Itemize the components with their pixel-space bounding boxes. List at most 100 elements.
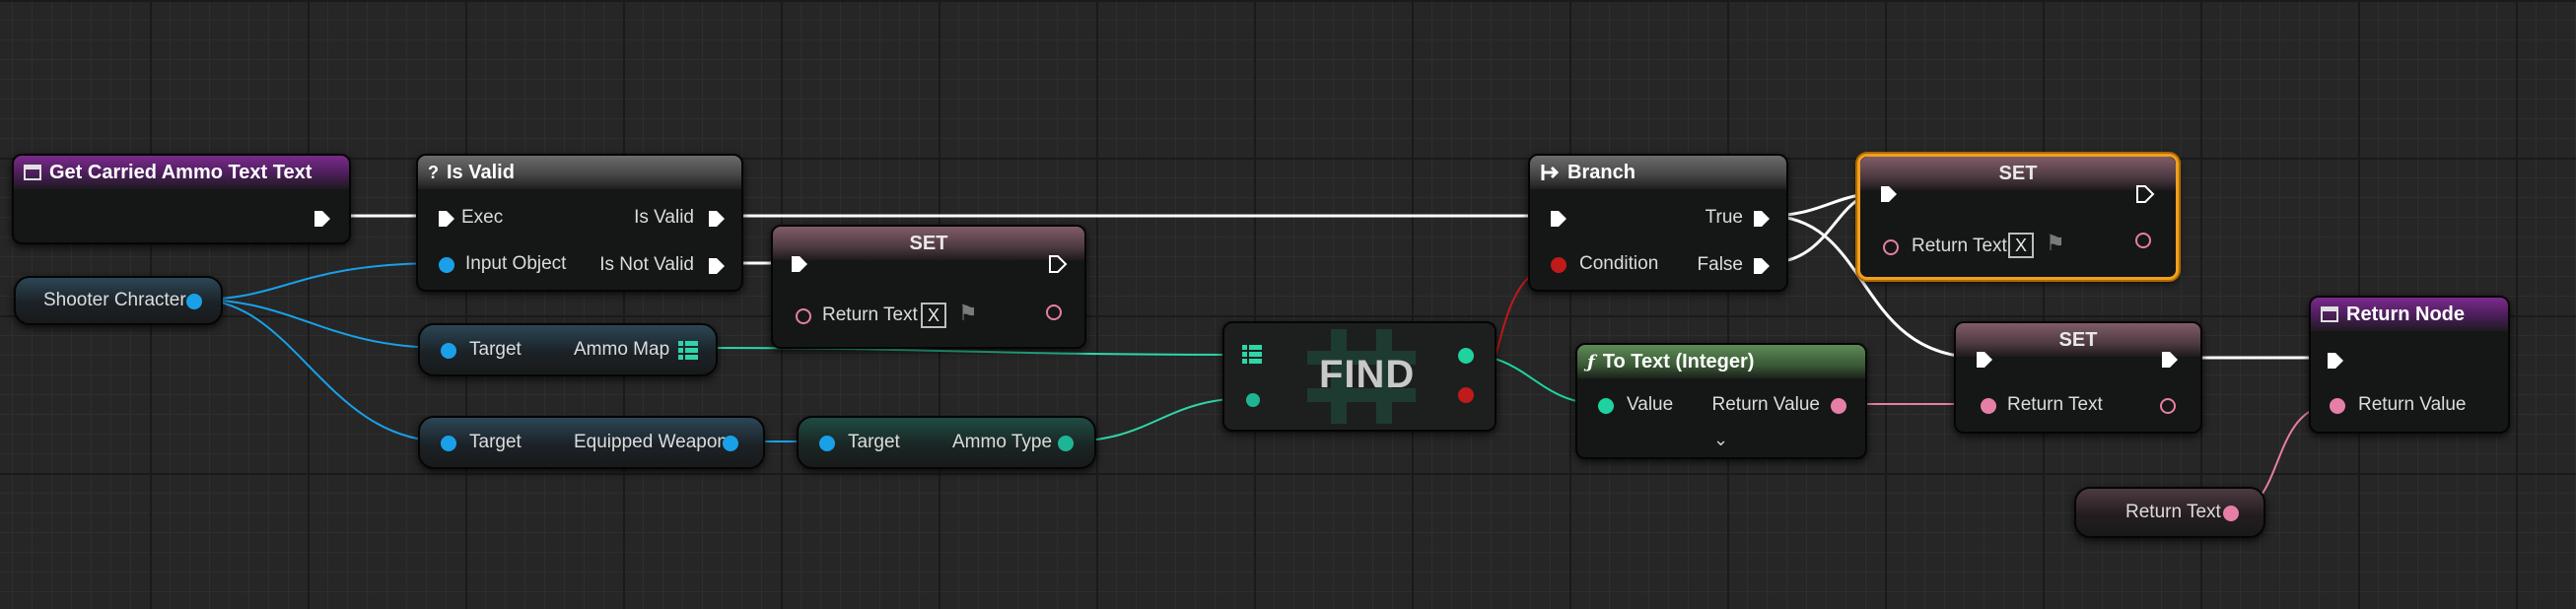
set3-exec-in-pin[interactable] (1974, 349, 1995, 371)
object-wire-shooter-isvalid[interactable] (196, 262, 445, 301)
return-text-var-label: Return Text (2125, 502, 2221, 522)
find-map-in-pin[interactable] (1240, 343, 1264, 367)
question-icon: ? (428, 162, 439, 182)
find-node[interactable]: FIND (1222, 321, 1497, 432)
ammo-map-target-pin[interactable] (438, 340, 459, 362)
return-exec-in-pin[interactable] (2325, 350, 2346, 372)
to-text-integer-node[interactable]: ƒ To Text (Integer) Value Return Value ⌄ (1575, 343, 1867, 459)
return-text-var-out-pin[interactable] (2220, 503, 2242, 524)
find-bool-out-pin[interactable] (1455, 384, 1477, 406)
shooter-character-label: Shooter Chracter (43, 290, 186, 310)
branch-exec-in-pin[interactable] (1548, 208, 1569, 230)
return-node[interactable]: Return Node Return Value (2309, 296, 2510, 434)
exec-out-pin[interactable] (312, 208, 333, 230)
to-text-value-pin[interactable] (1595, 395, 1617, 417)
ammo-type-label: Ammo Type (952, 432, 1053, 452)
shooter-character-var-node[interactable]: Shooter Chracter (14, 276, 223, 325)
function-entry-header: Get Carried Ammo Text Text (14, 156, 349, 189)
to-text-value-label: Value (1627, 394, 1674, 415)
flag-icon[interactable]: ⚑ (958, 301, 978, 326)
is-not-valid-pin[interactable] (706, 255, 728, 277)
map-list-icon[interactable] (676, 339, 700, 363)
branch-condition-pin[interactable] (1548, 254, 1569, 276)
ammo-type-target-label: Target (848, 432, 900, 452)
return-value-label: Return Value (2358, 394, 2467, 415)
ammo-map-label: Ammo Map (574, 339, 670, 360)
weapon-target-pin[interactable] (438, 433, 459, 454)
set1-text-value[interactable]: X (921, 303, 946, 328)
set3-return-text-pin[interactable] (1978, 395, 1999, 417)
input-object-pin[interactable] (436, 254, 457, 276)
return-node-title: Return Node (2346, 303, 2465, 325)
set-node-3[interactable]: SET Return Text (1954, 321, 2202, 434)
set-node-2-title: SET (1998, 162, 2038, 184)
equipped-weapon-get-node[interactable]: Target Equipped Weapon (418, 416, 765, 469)
set2-out-pin[interactable] (2132, 230, 2154, 251)
set-node-1[interactable]: SET Return Text X ⚑ (771, 225, 1086, 349)
set1-exec-in-pin[interactable] (789, 253, 810, 275)
branch-true-pin[interactable] (1751, 208, 1773, 230)
function-entry-icon (24, 165, 41, 180)
true-label: True (1705, 207, 1743, 228)
branch-title: Branch (1567, 161, 1636, 183)
branch-node[interactable]: Branch Condition True False (1528, 154, 1788, 292)
set1-return-text-label: Return Text (822, 304, 918, 325)
branch-icon (1541, 165, 1560, 180)
return-value-pin[interactable] (2327, 395, 2348, 417)
set3-out-pin[interactable] (2157, 395, 2179, 417)
is-valid-title: Is Valid (447, 161, 515, 183)
map-wire-ammomap-find[interactable] (701, 347, 1251, 356)
to-text-return-label: Return Value (1711, 394, 1821, 415)
find-value-out-pin[interactable] (1455, 345, 1477, 367)
flag-icon[interactable]: ⚑ (2046, 231, 2065, 256)
exec-in-pin[interactable] (436, 208, 457, 230)
function-entry-node[interactable]: Get Carried Ammo Text Text (12, 154, 351, 244)
is-valid-out-pin[interactable] (706, 208, 728, 230)
ammo-map-target-label: Target (469, 339, 522, 360)
set2-return-text-pin[interactable] (1880, 237, 1902, 258)
set-node-1-title: SET (909, 232, 948, 254)
set-node-3-title: SET (2058, 328, 2098, 351)
set1-out-pin[interactable] (1043, 302, 1065, 323)
to-text-return-pin[interactable] (1828, 395, 1849, 417)
shooter-character-out-pin[interactable] (183, 291, 205, 312)
set2-return-text-label: Return Text (1912, 236, 2007, 256)
set2-exec-out-pin[interactable] (2134, 183, 2156, 205)
function-icon: ƒ (1587, 351, 1595, 372)
find-title: FIND (1319, 353, 1416, 396)
ammo-type-get-node[interactable]: Target Ammo Type (797, 416, 1096, 469)
input-object-label: Input Object (465, 253, 567, 274)
set2-exec-in-pin[interactable] (1878, 183, 1900, 205)
find-key-in-pin[interactable] (1242, 389, 1264, 411)
weapon-target-label: Target (469, 432, 522, 452)
to-text-header: ƒ To Text (Integer) (1577, 345, 1865, 378)
equipped-weapon-label: Equipped Weapon (574, 432, 728, 452)
set1-exec-out-pin[interactable] (1047, 253, 1069, 275)
object-wire-shooter-weapon[interactable] (196, 299, 447, 442)
is-not-valid-label: Is Not Valid (599, 254, 694, 275)
set-node-2[interactable]: SET Return Text X ⚑ (1857, 154, 2179, 280)
is-valid-header: ? Is Valid (418, 156, 741, 189)
branch-false-pin[interactable] (1751, 255, 1773, 277)
function-entry-icon (2321, 306, 2338, 322)
return-text-var-node[interactable]: Return Text (2074, 487, 2265, 538)
return-node-header: Return Node (2311, 298, 2508, 331)
set-node-2-header: SET (1860, 157, 2176, 190)
set2-text-value[interactable]: X (2008, 233, 2034, 258)
set3-exec-out-pin[interactable] (2159, 349, 2181, 371)
equipped-weapon-out-pin[interactable] (720, 433, 741, 454)
is-valid-out-label: Is Valid (634, 207, 694, 228)
set1-return-text-pin[interactable] (793, 305, 814, 327)
function-entry-title: Get Carried Ammo Text Text (49, 161, 313, 183)
set-node-1-header: SET (773, 227, 1084, 260)
branch-header: Branch (1530, 156, 1786, 189)
exec-label: Exec (461, 207, 504, 228)
to-text-title: To Text (Integer) (1602, 350, 1755, 372)
chevron-down-icon[interactable]: ⌄ (1713, 430, 1728, 450)
is-valid-node[interactable]: ? Is Valid Exec Input Object Is Valid Is… (416, 154, 743, 292)
false-label: False (1697, 254, 1743, 275)
condition-label: Condition (1579, 253, 1659, 274)
ammo-type-out-pin[interactable] (1055, 433, 1077, 454)
ammo-type-target-pin[interactable] (816, 433, 838, 454)
ammo-map-get-node[interactable]: Target Ammo Map (418, 323, 718, 376)
